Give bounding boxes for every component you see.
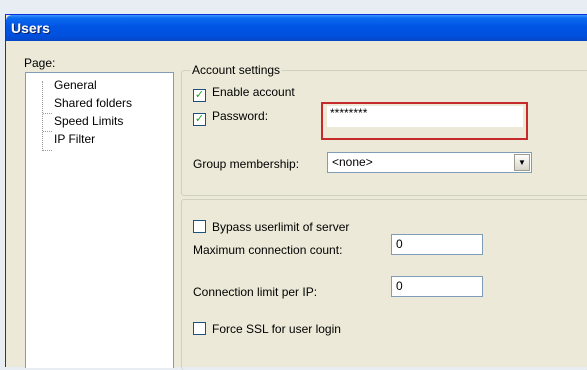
connection-limit-per-ip-value: 0 [396,279,403,293]
users-dialog: Users Page: General Shared folders Speed… [5,14,587,370]
password-field[interactable]: ******** [327,106,523,127]
group-membership-value: <none> [332,155,373,169]
password-checkbox[interactable]: ✓ [193,113,206,126]
force-ssl-checkbox[interactable] [193,322,206,335]
force-ssl-row[interactable]: Force SSL for user login [193,321,341,337]
max-connection-count-input[interactable]: 0 [391,234,483,255]
tree-item-speed-limits[interactable]: Speed Limits [54,113,123,129]
enable-account-checkbox[interactable]: ✓ [193,89,206,102]
page-label: Page: [24,56,56,70]
tree-item-shared-folders[interactable]: Shared folders [54,95,132,111]
connection-limit-per-ip-input[interactable]: 0 [391,276,483,297]
account-settings-caption: Account settings [190,63,283,77]
tree-line [42,81,43,151]
enable-account-label: Enable account [212,85,295,99]
group-membership-label: Group membership: [193,157,300,171]
account-settings-group: Account settings ✓ Enable account ✓ Passwo… [181,63,587,196]
max-connection-count-value: 0 [396,237,403,251]
tree-item-ip-filter[interactable]: IP Filter [54,131,95,147]
password-value: ******** [330,106,368,120]
bypass-userlimit-row[interactable]: Bypass userlimit of server [193,219,349,235]
password-row[interactable]: ✓ Password: [193,108,268,126]
chevron-down-icon[interactable]: ▼ [514,154,530,171]
tree-line [43,131,52,132]
bypass-userlimit-checkbox[interactable] [193,220,206,233]
force-ssl-label: Force SSL for user login [212,322,341,336]
password-label: Password: [212,109,269,123]
connection-limit-per-ip-label: Connection limit per IP: [193,285,318,299]
bypass-userlimit-label: Bypass userlimit of server [212,220,350,234]
tree-line [43,150,52,151]
max-connection-count-label: Maximum connection count: [193,243,343,257]
tree-item-general[interactable]: General [54,77,97,93]
limits-group: Bypass userlimit of server Maximum conne… [181,199,587,370]
title-bar[interactable]: Users [6,15,587,41]
tree-line [43,113,52,114]
page-tree[interactable]: General Shared folders Speed Limits IP F… [25,72,174,368]
window-title: Users [11,20,50,36]
group-membership-select[interactable]: <none> ▼ [327,152,532,173]
enable-account-row[interactable]: ✓ Enable account [193,84,295,102]
